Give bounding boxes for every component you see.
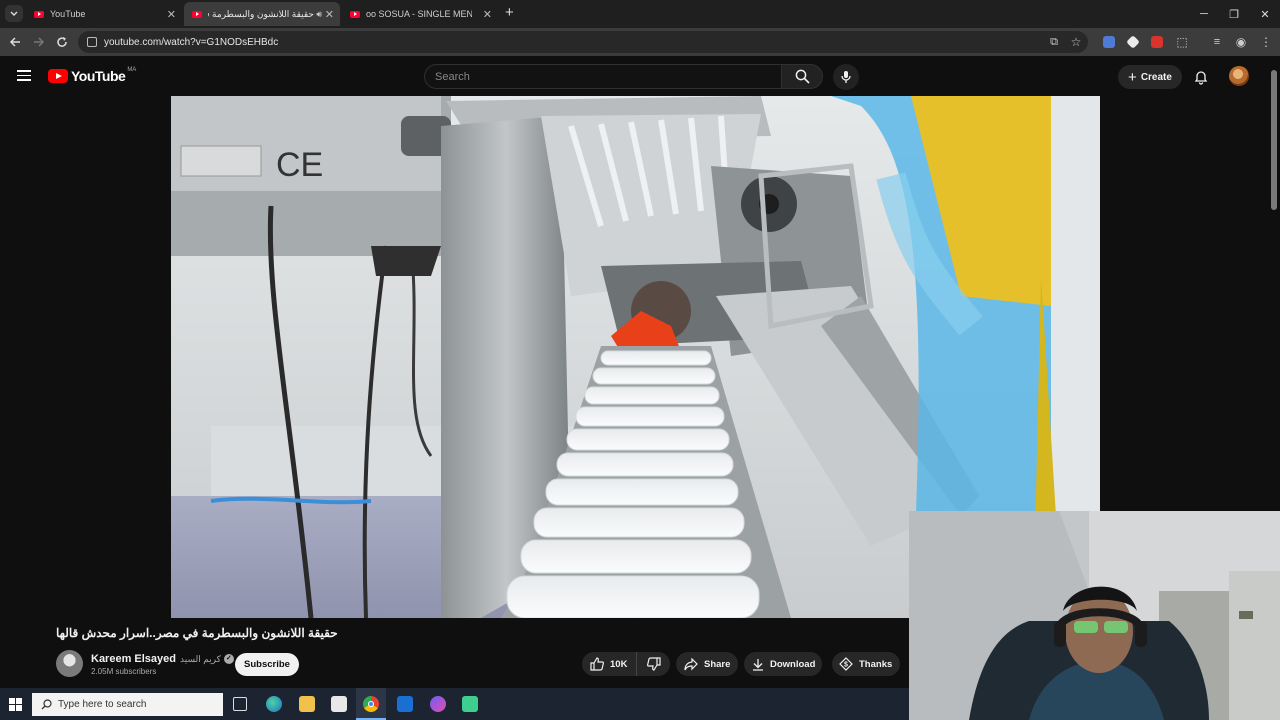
tab-close-icon[interactable]: ✕ <box>325 8 334 21</box>
guide-menu-icon[interactable] <box>17 70 31 81</box>
speaker-icon[interactable]: 🔊︎ <box>316 9 322 20</box>
microsoft-store-icon[interactable] <box>331 696 347 712</box>
chrome-icon-center <box>368 701 374 707</box>
channel-name[interactable]: Kareem Elsayed <box>91 653 176 665</box>
browser-tab-strip: YouTube ✕ حقيقة اللانشون والبسطرمة ف 🔊︎ … <box>0 0 1280 28</box>
browser-tab-sosua[interactable]: oo SOSUA - SINGLE MEN'S PAR ✕ <box>342 2 498 26</box>
channel-avatar[interactable] <box>56 650 83 677</box>
youtube-logo[interactable]: YouTube MA <box>48 67 137 84</box>
notifications-button[interactable] <box>1192 68 1210 86</box>
scrollbar-thumb[interactable] <box>1271 70 1277 210</box>
thanks-dollar-icon: $ <box>839 657 853 671</box>
extensions-puzzle-icon[interactable]: ⬚ <box>1172 32 1192 52</box>
tab-close-icon[interactable]: ✕ <box>167 8 176 21</box>
download-label: Download <box>770 658 816 670</box>
new-tab-button[interactable]: + <box>505 4 514 21</box>
search-icon <box>795 69 810 84</box>
search-icon <box>41 699 52 710</box>
share-arrow-icon <box>684 657 698 670</box>
youtube-favicon-icon <box>34 10 44 18</box>
webcam-overlay <box>909 511 1280 720</box>
url-text: youtube.com/watch?v=G1NODsEHBdc <box>104 36 279 48</box>
youtube-play-icon <box>48 69 68 83</box>
windows-logo-icon <box>9 698 22 711</box>
reload-button[interactable] <box>52 32 72 52</box>
share-label: Share <box>704 658 731 670</box>
ce-mark: CE <box>276 146 323 184</box>
tab-label: YouTube <box>50 9 86 19</box>
channel-name-row[interactable]: Kareem Elsayed كريم السيد ✓ <box>91 653 234 665</box>
search-button[interactable] <box>781 64 823 89</box>
start-button[interactable] <box>9 698 22 711</box>
back-button[interactable] <box>5 32 25 52</box>
media-control-icon[interactable]: ≡ <box>1207 32 1227 52</box>
svg-text:$: $ <box>844 662 848 669</box>
forward-button[interactable] <box>29 32 49 52</box>
minimize-button[interactable]: ─ <box>1187 0 1221 28</box>
app-green-icon[interactable] <box>462 696 478 712</box>
logo-text: YouTube <box>71 68 126 84</box>
profile-icon[interactable]: ◉ <box>1231 32 1251 52</box>
edge-browser-icon[interactable] <box>266 696 282 712</box>
webcam-feed <box>909 511 1280 720</box>
browser-toolbar: youtube.com/watch?v=G1NODsEHBdc ⧉ ☆ ⬚ ≡ … <box>0 28 1280 56</box>
close-window-button[interactable]: ✕ <box>1248 0 1280 28</box>
browser-tab-current-video[interactable]: حقيقة اللانشون والبسطرمة ف 🔊︎ ✕ <box>184 2 340 26</box>
subscriber-count: 2.05M subscribers <box>91 667 157 676</box>
plus-icon: + <box>1128 68 1137 86</box>
country-code: MA <box>127 67 137 73</box>
outlook-icon[interactable] <box>397 696 413 712</box>
create-button[interactable]: + Create <box>1118 65 1182 89</box>
thumbs-down-icon <box>646 657 661 671</box>
messenger-icon[interactable] <box>430 696 446 712</box>
like-dislike-group: 10K <box>582 652 670 676</box>
create-label: Create <box>1140 71 1172 83</box>
chrome-taskbar-item[interactable] <box>356 688 386 720</box>
like-button[interactable]: 10K <box>582 652 637 676</box>
youtube-favicon-icon <box>192 10 202 18</box>
bookmark-star-icon[interactable]: ☆ <box>1066 32 1086 52</box>
download-icon <box>753 658 763 671</box>
share-button[interactable]: Share <box>676 652 738 676</box>
download-button[interactable]: Download <box>744 652 822 676</box>
extension-diamond-icon[interactable] <box>1126 35 1140 49</box>
extension-red-icon[interactable] <box>1151 36 1163 48</box>
task-view-icon[interactable] <box>233 697 247 711</box>
dislike-button[interactable] <box>637 652 670 676</box>
youtube-header: YouTube MA Search + Create <box>0 56 1268 96</box>
taskbar-search-input[interactable]: Type here to search <box>32 693 223 716</box>
thanks-label: Thanks <box>859 658 893 670</box>
taskbar-search-placeholder: Type here to search <box>58 699 147 710</box>
reload-icon <box>57 37 67 47</box>
account-avatar[interactable] <box>1229 66 1249 86</box>
translate-extension-icon[interactable] <box>1103 36 1115 48</box>
tab-close-icon[interactable]: ✕ <box>483 8 492 21</box>
install-app-icon[interactable]: ⧉ <box>1044 32 1064 52</box>
windows-taskbar: Type here to search <box>0 688 909 720</box>
microphone-icon <box>841 71 851 83</box>
verified-check-icon: ✓ <box>223 654 234 664</box>
file-explorer-icon[interactable] <box>299 696 315 712</box>
tab-label: حقيقة اللانشون والبسطرمة ف <box>208 8 314 19</box>
voice-search-button[interactable] <box>833 64 859 90</box>
tab-list-dropdown[interactable] <box>5 5 23 22</box>
tab-label: oo SOSUA - SINGLE MEN'S PAR <box>366 9 472 19</box>
channel-name-arabic[interactable]: كريم السيد <box>180 654 221 665</box>
subscribe-button[interactable]: Subscribe <box>235 653 299 676</box>
chevron-down-icon <box>10 11 18 16</box>
browser-menu-icon[interactable]: ⋮ <box>1256 32 1276 52</box>
search-input[interactable]: Search <box>424 64 782 89</box>
youtube-favicon-icon <box>350 10 360 18</box>
restore-button[interactable]: ❐ <box>1217 0 1251 28</box>
site-info-icon[interactable] <box>87 37 97 47</box>
arrow-right-icon <box>34 37 45 47</box>
like-count: 10K <box>610 658 628 670</box>
bell-icon <box>1194 70 1208 85</box>
thanks-button[interactable]: $ Thanks <box>832 652 900 676</box>
arrow-left-icon <box>9 37 20 47</box>
video-title: حقيقة اللانشون والبسطرمة في مصر..اسرار م… <box>56 626 338 640</box>
thumbs-up-icon <box>590 657 604 671</box>
browser-tab-youtube[interactable]: YouTube ✕ <box>26 2 182 26</box>
address-bar[interactable]: youtube.com/watch?v=G1NODsEHBdc <box>78 31 1088 53</box>
